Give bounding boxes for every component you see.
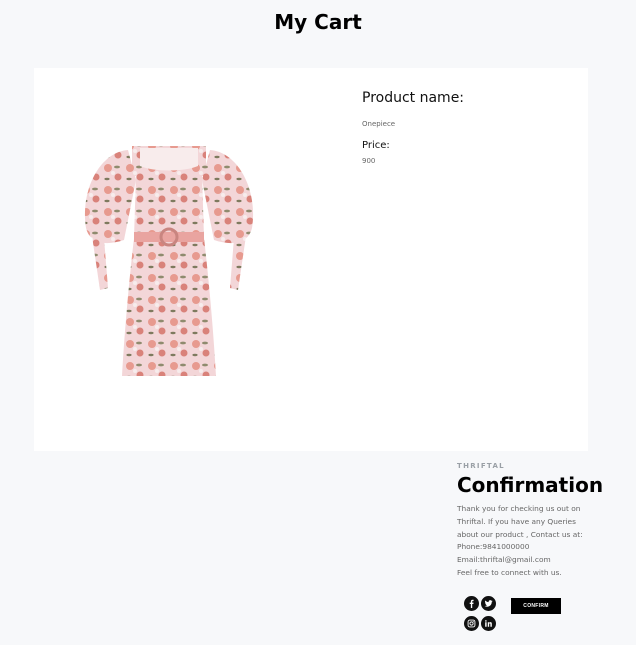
- floral-dress-image: [84, 146, 254, 376]
- twitter-icon[interactable]: [481, 596, 496, 611]
- brand-name: THRIFTAL: [457, 462, 505, 470]
- social-links: [464, 596, 498, 636]
- confirmation-line: Feel free to connect with us.: [457, 567, 562, 577]
- facebook-icon[interactable]: [464, 596, 479, 611]
- email-line: Email:thriftal@gmail.com: [457, 555, 551, 565]
- confirmation-section: THRIFTAL Confirmation Thank you for chec…: [457, 462, 627, 580]
- confirmation-line: about our product , Contact us at:: [457, 529, 583, 539]
- linkedin-icon[interactable]: [481, 616, 496, 631]
- price-label: Price:: [362, 140, 390, 151]
- instagram-icon[interactable]: [464, 616, 479, 631]
- product-name-label: Product name:: [362, 90, 465, 106]
- product-image: [80, 140, 258, 380]
- product-name-value: Onepiece: [362, 120, 396, 128]
- confirm-button[interactable]: CONFIRM: [511, 598, 561, 614]
- confirmation-title: Confirmation: [457, 473, 604, 497]
- phone-line: Phone:9841000000: [457, 542, 530, 552]
- confirmation-line: Thriftal. If you have any Queries: [457, 516, 576, 526]
- product-info: Product name: Onepiece Price: 900: [362, 90, 572, 165]
- page-title: My Cart: [274, 10, 362, 34]
- confirmation-message: Thank you for checking us out on Thrifta…: [457, 503, 597, 580]
- price-value: 900: [362, 157, 376, 165]
- cart-item-card: Product name: Onepiece Price: 900: [34, 68, 588, 451]
- confirmation-line: Thank you for checking us out on: [457, 504, 581, 513]
